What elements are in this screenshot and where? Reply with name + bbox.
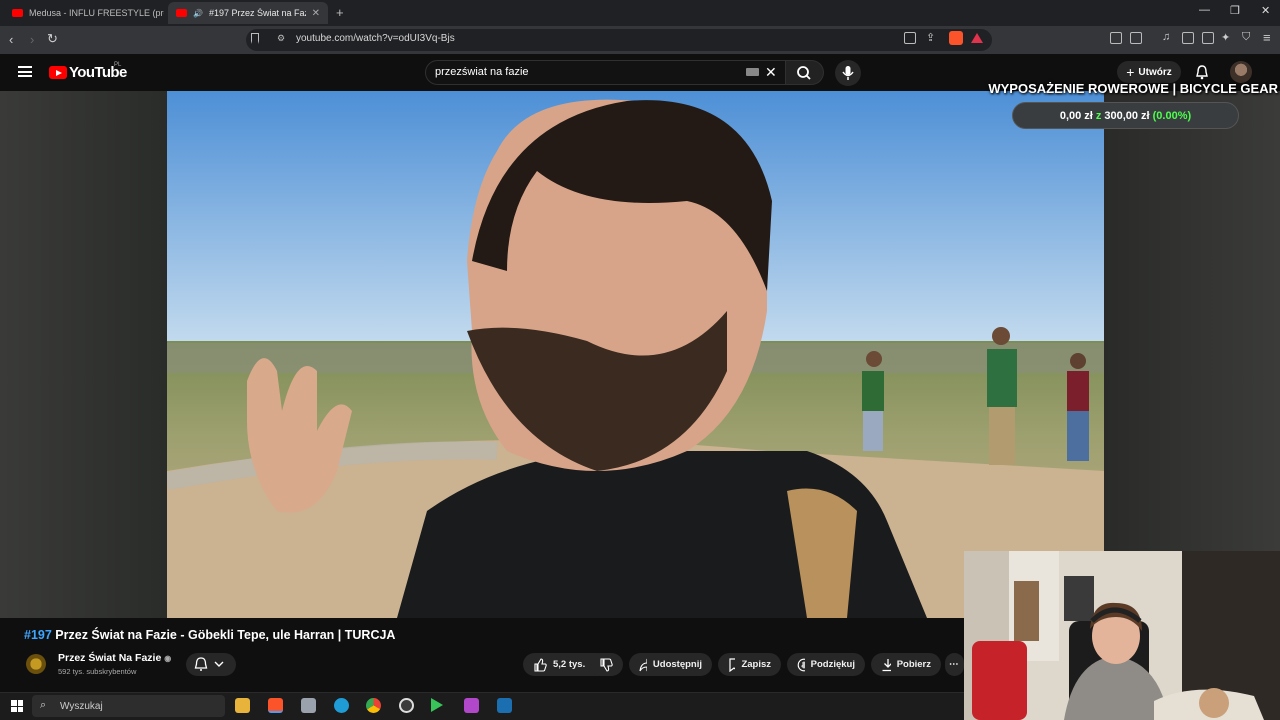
close-tab-icon[interactable]: ✕ bbox=[312, 8, 320, 19]
verified-icon: ◉ bbox=[164, 654, 172, 663]
save-label: Zapisz bbox=[741, 659, 771, 670]
brave-shield-icon[interactable] bbox=[949, 31, 963, 45]
sidebar-extension-icon[interactable] bbox=[1130, 32, 1142, 44]
play-app-icon[interactable] bbox=[431, 698, 443, 712]
youtube-favicon-icon bbox=[176, 9, 187, 17]
extensions-icon[interactable] bbox=[1110, 32, 1122, 44]
microphone-icon bbox=[842, 66, 854, 80]
leo-ai-icon[interactable]: ✦ bbox=[1221, 31, 1230, 44]
video-number-hashtag[interactable]: #197 bbox=[24, 628, 52, 642]
video-title-text: Przez Świat na Fazie - Göbekli Tepe, ule… bbox=[55, 628, 396, 642]
cast-icon[interactable] bbox=[904, 32, 916, 44]
download-icon bbox=[882, 658, 891, 671]
tab-title: #197 Przez Świat na Fazie - G bbox=[208, 8, 306, 18]
sidebar-toggle-icon[interactable] bbox=[1182, 32, 1194, 44]
hamburger-menu-icon[interactable] bbox=[18, 66, 32, 77]
channel-name-text: Przez Świat Na Fazie bbox=[58, 652, 162, 664]
tab-current-video[interactable]: 🔊 #197 Przez Świat na Fazie - G ✕ bbox=[168, 2, 328, 24]
tab-title: Medusa - INFLU FREESTYLE (prod. VI bbox=[29, 8, 164, 18]
video-player[interactable] bbox=[167, 91, 1104, 618]
taskbar-search-icon: ⌕ bbox=[40, 699, 47, 711]
super-thanks-icon bbox=[797, 658, 805, 671]
bookmark-icon bbox=[729, 657, 736, 672]
dislike-button[interactable] bbox=[590, 653, 623, 676]
restore-icon[interactable]: ❐ bbox=[1230, 4, 1240, 17]
ambient-left bbox=[0, 91, 167, 618]
bell-icon bbox=[1196, 65, 1208, 80]
browser-menu-icon[interactable]: ≡ bbox=[1263, 30, 1271, 45]
close-window-icon[interactable]: ✕ bbox=[1261, 4, 1270, 17]
ambient-right bbox=[1104, 91, 1280, 551]
goal-current: 0,00 zł bbox=[1059, 109, 1093, 122]
brave-rewards-icon[interactable] bbox=[971, 33, 983, 43]
speaker-icon: 🔊 bbox=[193, 8, 203, 18]
create-button[interactable]: + Utwórz bbox=[1117, 61, 1181, 83]
share-page-icon[interactable]: ⇪ bbox=[926, 31, 935, 44]
edge-icon[interactable] bbox=[334, 698, 349, 713]
back-icon[interactable]: ‹ bbox=[9, 32, 13, 47]
wallet-icon[interactable] bbox=[1202, 32, 1214, 44]
bell-icon bbox=[194, 657, 224, 671]
goal-target: 300,00 zł bbox=[1104, 109, 1150, 122]
tab-medusa[interactable]: Medusa - INFLU FREESTYLE (prod. VI bbox=[4, 2, 164, 24]
notifications-button[interactable] bbox=[1194, 64, 1210, 80]
thumbs-down-icon bbox=[600, 657, 613, 672]
forward-icon[interactable]: › bbox=[30, 32, 34, 47]
windows-start-icon[interactable] bbox=[11, 700, 23, 712]
download-button[interactable]: Pobierz bbox=[871, 653, 941, 676]
search-icon bbox=[797, 66, 811, 80]
subscription-bell-button[interactable] bbox=[186, 653, 236, 676]
share-label: Udostępnij bbox=[652, 659, 702, 670]
channel-name[interactable]: Przez Świat Na Fazie ◉ bbox=[58, 652, 171, 664]
youtube-favicon-icon bbox=[12, 9, 23, 17]
chrome-icon[interactable] bbox=[366, 698, 381, 713]
bookmark-icon[interactable] bbox=[251, 33, 259, 44]
share-button[interactable]: Udostępnij bbox=[629, 653, 712, 676]
app-icon-2[interactable] bbox=[464, 698, 479, 713]
reload-icon[interactable]: ↻ bbox=[47, 31, 58, 47]
goal-separator: z bbox=[1095, 109, 1102, 122]
subscriber-count: 592 tys. subskrybentów bbox=[58, 667, 137, 676]
more-icon: ⋯ bbox=[949, 659, 959, 670]
thanks-button[interactable]: Podziękuj bbox=[787, 653, 865, 676]
plus-icon: + bbox=[1126, 64, 1135, 80]
obs-icon[interactable] bbox=[399, 698, 414, 713]
webcam-overlay bbox=[964, 551, 1280, 720]
country-code: PL bbox=[114, 62, 122, 68]
youtube-logo-icon[interactable] bbox=[49, 66, 67, 79]
vpn-icon[interactable]: ⛉ bbox=[1242, 31, 1250, 44]
channel-avatar[interactable] bbox=[26, 654, 46, 674]
voice-search-button[interactable] bbox=[835, 60, 861, 86]
webcam-feed-image bbox=[964, 551, 1280, 720]
more-actions-button[interactable]: ⋯ bbox=[945, 653, 964, 676]
app-icon[interactable] bbox=[301, 698, 316, 713]
search-button[interactable] bbox=[786, 60, 824, 85]
new-tab-button[interactable]: + bbox=[336, 5, 344, 20]
brave-browser-icon[interactable] bbox=[268, 698, 283, 713]
search-query: przezświat na fazie bbox=[435, 66, 529, 78]
share-icon bbox=[639, 658, 647, 671]
steam-icon[interactable] bbox=[497, 698, 512, 713]
create-label: Utwórz bbox=[1138, 66, 1172, 78]
save-button[interactable]: Zapisz bbox=[718, 653, 781, 676]
goal-percent: (0.00%) bbox=[1152, 109, 1192, 122]
keyboard-icon[interactable] bbox=[746, 68, 759, 76]
like-count: 5,2 tys. bbox=[553, 659, 586, 670]
file-explorer-icon[interactable] bbox=[235, 698, 250, 713]
goal-progress-bar: 0,00 zł z 300,00 zł (0.00%) bbox=[1012, 102, 1239, 129]
video-title: #197 Przez Świat na Fazie - Göbekli Tepe… bbox=[24, 628, 395, 642]
thanks-label: Podziękuj bbox=[810, 659, 855, 670]
minimize-icon[interactable]: — bbox=[1199, 4, 1210, 16]
goal-title: WYPOSAŻENIE ROWEROWE | BICYCLE GEAR bbox=[988, 81, 1278, 96]
url-text: youtube.com/watch?v=odUI3Vq-Bjs bbox=[296, 33, 455, 44]
video-frame-image bbox=[167, 91, 1104, 618]
site-settings-icon[interactable]: ⚙ bbox=[277, 33, 285, 44]
clear-search-icon[interactable]: ✕ bbox=[765, 64, 777, 81]
taskbar-search-label: Wyszukaj bbox=[60, 701, 103, 712]
thumbs-up-icon bbox=[534, 657, 547, 672]
download-label: Pobierz bbox=[896, 659, 931, 670]
music-icon[interactable]: ♫ bbox=[1162, 31, 1170, 43]
account-avatar[interactable] bbox=[1230, 61, 1252, 83]
